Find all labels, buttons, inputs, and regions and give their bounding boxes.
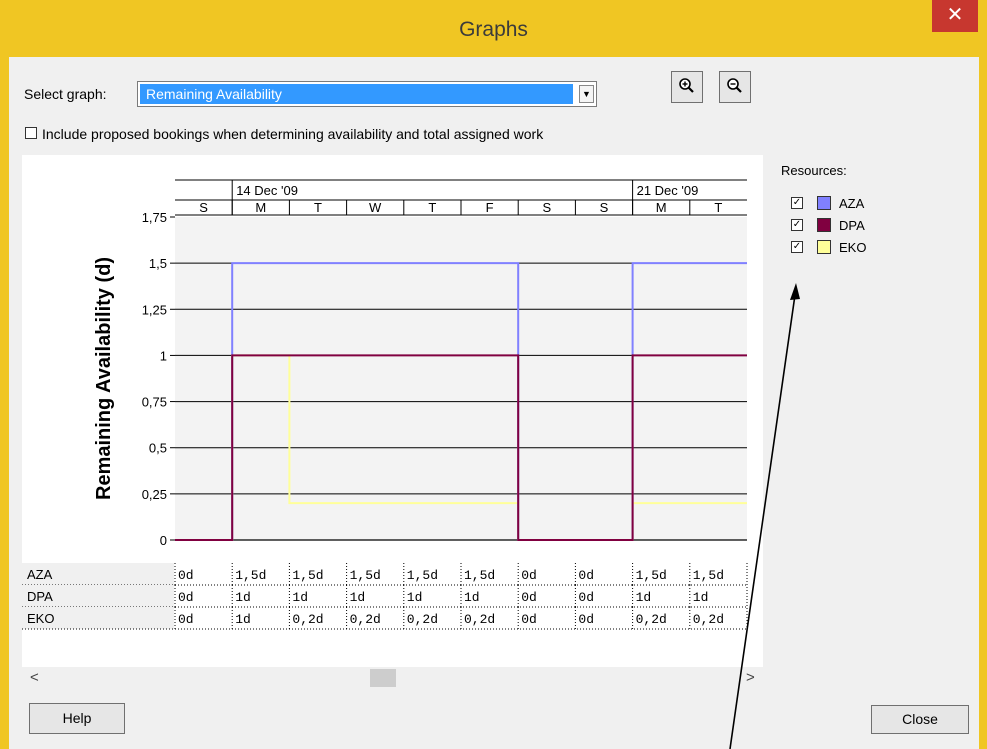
y-tick-label: 0 <box>160 533 167 548</box>
day-label: S <box>199 200 208 215</box>
day-label: T <box>428 200 436 215</box>
y-tick-label: 0,5 <box>149 441 167 456</box>
day-label: M <box>255 200 266 215</box>
horizontal-scrollbar[interactable]: < > <box>22 668 763 688</box>
day-label: S <box>600 200 609 215</box>
plot-area <box>175 217 747 540</box>
y-tick-label: 1,75 <box>142 210 167 225</box>
legend-swatch <box>817 218 831 232</box>
legend-label: EKO <box>839 240 867 255</box>
legend-checkbox[interactable]: ✓ <box>791 197 803 209</box>
legend-checkbox[interactable]: ✓ <box>791 219 803 231</box>
y-tick-label: 1,5 <box>149 256 167 271</box>
week-label: 21 Dec '09 <box>637 183 699 198</box>
scroll-left-icon[interactable]: < <box>30 669 39 686</box>
legend-swatch <box>817 240 831 254</box>
y-tick-label: 1 <box>160 348 167 363</box>
close-button[interactable]: Close <box>871 705 969 734</box>
legend-checkbox[interactable]: ✓ <box>791 241 803 253</box>
resources-heading: Resources: <box>781 163 847 178</box>
day-label: F <box>486 200 494 215</box>
scrollbar-thumb[interactable] <box>370 669 396 687</box>
day-label: M <box>656 200 667 215</box>
day-label: W <box>369 200 382 215</box>
help-button[interactable]: Help <box>29 703 125 734</box>
y-tick-label: 0,75 <box>142 395 167 410</box>
day-label: T <box>714 200 722 215</box>
legend-swatch <box>817 196 831 210</box>
remaining-availability-chart: 14 Dec '09 21 Dec '09 S M T W T F S S M T 1,75 1,5 1,2… <box>93 179 747 548</box>
week-label: 14 Dec '09 <box>236 183 298 198</box>
day-label: S <box>542 200 551 215</box>
legend-label: DPA <box>839 218 865 233</box>
y-tick-label: 1,25 <box>142 302 167 317</box>
y-axis-label: Remaining Availability (d) <box>93 257 115 500</box>
y-tick-label: 0,25 <box>142 487 167 502</box>
scroll-right-icon[interactable]: > <box>746 669 755 686</box>
day-label: T <box>314 200 322 215</box>
legend-label: AZA <box>839 196 865 211</box>
